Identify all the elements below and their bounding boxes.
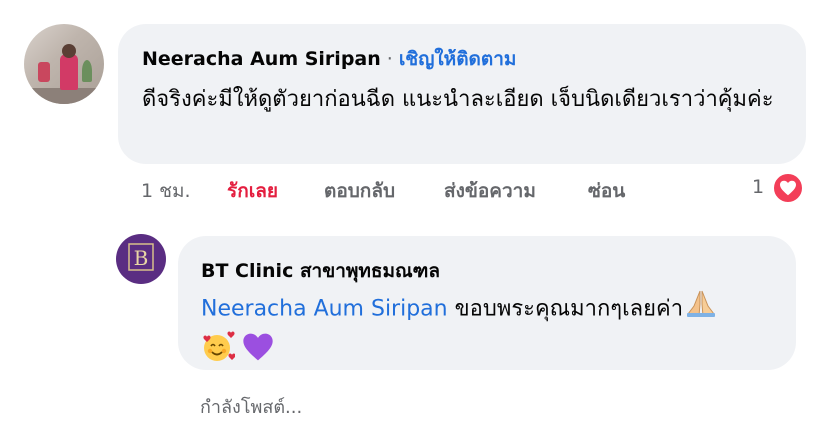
reply-button[interactable]: ตอบกลับ (324, 176, 395, 206)
avatar-figure-head (62, 44, 76, 58)
avatar-floor (24, 88, 104, 104)
author-separator: · (386, 48, 393, 70)
comment-timestamp[interactable]: 1 ชม. (141, 176, 191, 206)
mention-link[interactable]: Neeracha Aum Siripan (201, 297, 448, 322)
follow-link[interactable]: เชิญให้ติดตาม (399, 48, 517, 70)
posting-status: กำลังโพสต์... (200, 397, 303, 418)
clinic-logo-icon: B (128, 243, 154, 271)
avatar-figure (60, 54, 78, 90)
heart-icon[interactable] (771, 171, 805, 205)
reaction-count[interactable]: 1 (752, 176, 764, 198)
commenter-avatar[interactable] (24, 24, 104, 104)
avatar-plant (82, 60, 92, 82)
praying-hands-icon (683, 288, 719, 331)
purple-heart-icon (242, 332, 274, 375)
smiling-face-with-hearts-icon (201, 331, 236, 376)
reply-bubble: BT Clinic สาขาพุทธมณฑล Neeracha Aum Siri… (178, 236, 796, 370)
hide-button[interactable]: ซ่อน (588, 176, 625, 206)
comment-text: ดีจริงค่ะมีให้ดูตัวยาก่อนฉีด แนะนำละเอีย… (142, 87, 774, 112)
heart-glyph (780, 180, 796, 196)
clinic-logo-letter: B (134, 246, 149, 270)
comment-bubble: Neeracha Aum Siripan · เชิญให้ติดตาม ดีจริ… (118, 24, 806, 164)
reply-author-name[interactable]: BT Clinic สาขาพุทธมณฑล (201, 256, 440, 286)
clinic-avatar[interactable]: B (116, 234, 166, 284)
send-message-button[interactable]: ส่งข้อความ (444, 176, 536, 206)
avatar-figure (38, 62, 50, 82)
comment-author-name[interactable]: Neeracha Aum Siripan (142, 48, 381, 70)
reply-text-block: Neeracha Aum Siripan ขอบพระคุณมากๆเลยค่า (201, 288, 771, 376)
reply-text: ขอบพระคุณมากๆเลยค่า (454, 296, 684, 322)
love-reaction-button[interactable]: รักเลย (227, 176, 278, 206)
comment-author-row: Neeracha Aum Siripan · เชิญให้ติดตาม (142, 44, 516, 74)
